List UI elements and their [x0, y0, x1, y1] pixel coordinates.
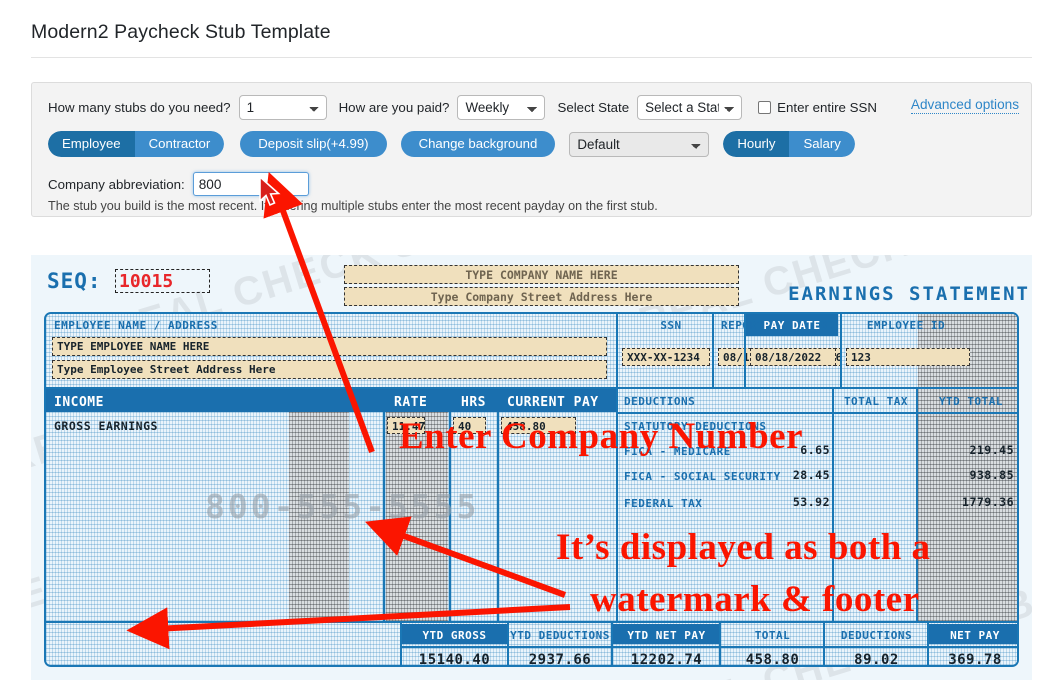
income-header: INCOME [54, 395, 104, 410]
employee-block-header: EMPLOYEE NAME / ADDRESS [54, 319, 218, 332]
ssn-header: SSN [660, 319, 682, 332]
deposit-slip-button[interactable]: Deposit slip(+4.99) [240, 131, 387, 157]
divider [46, 621, 1017, 623]
divider [840, 314, 842, 389]
hrs-header: HRS [461, 395, 486, 410]
options-panel: How many stubs do you need? 1 How are yo… [31, 82, 1032, 217]
gross-earnings-label: GROSS EARNINGS [54, 419, 158, 433]
pay-frequency-label: How are you paid? [338, 100, 450, 115]
divider [616, 412, 1017, 414]
divider [449, 412, 451, 621]
page-title: Modern2 Paycheck Stub Template [31, 21, 331, 43]
divider [832, 389, 834, 621]
deduction-ytd: 938.85 [969, 468, 1014, 482]
options-row-2: Employee Contractor Deposit slip(+4.99) … [48, 131, 855, 157]
company-abbreviation-input[interactable] [192, 172, 309, 196]
advanced-options-link[interactable]: Advanced options [910, 97, 1019, 114]
salary-button[interactable]: Salary [789, 131, 855, 157]
gross-hrs-field[interactable]: 40 [453, 417, 486, 434]
company-name-field[interactable]: TYPE COMPANY NAME HERE [344, 265, 739, 284]
contractor-button[interactable]: Contractor [134, 131, 225, 157]
hourly-salary-toggle[interactable]: Hourly Salary [723, 131, 855, 157]
entire-ssn-checkbox[interactable] [758, 101, 772, 114]
hourly-button[interactable]: Hourly [723, 131, 790, 157]
stub-table: EMPLOYEE NAME / ADDRESS SSN REPORTING PE… [44, 312, 1019, 667]
divider [402, 646, 1017, 648]
employee-address-field[interactable]: Type Employee Street Address Here [52, 360, 607, 379]
pay-date-field[interactable]: 08/18/2022 [750, 348, 836, 366]
employee-name-field[interactable]: TYPE EMPLOYEE NAME HERE [52, 337, 607, 356]
title-divider [31, 57, 1032, 58]
earnings-statement-title: EARNINGS STATEMENT [788, 283, 1030, 305]
footer-value: 369.78 [948, 652, 1002, 667]
gross-rate-field[interactable]: 11.47 [387, 417, 425, 434]
divider [927, 621, 929, 665]
shaded-column [289, 389, 349, 621]
footer-value: 12202.74 [630, 652, 703, 667]
pay-frequency-select[interactable]: Weekly [457, 95, 546, 120]
state-select[interactable]: Select a State [637, 95, 743, 120]
footer-header: NET PAY [950, 629, 1000, 642]
stubs-count-label: How many stubs do you need? [48, 100, 231, 115]
pay-date-header: PAY DATE [763, 319, 821, 332]
divider [616, 389, 618, 621]
deduction-label: FEDERAL TAX [624, 497, 703, 510]
footer-value: 458.80 [745, 652, 800, 667]
statutory-deductions-label: STATUTORY DEDUCTIONS [624, 420, 767, 433]
divider [497, 412, 499, 621]
footer-header: YTD GROSS [422, 629, 487, 642]
divider [712, 314, 714, 389]
footer-value: 2937.66 [528, 652, 592, 667]
options-row-3: Company abbreviation: [48, 172, 309, 196]
deduction-ytd: 1779.36 [962, 495, 1014, 509]
deduction-total: 28.45 [792, 468, 830, 482]
footer-header: YTD NET PAY [627, 629, 706, 642]
rate-header: RATE [394, 395, 428, 410]
footer-value: 15140.40 [418, 652, 491, 667]
company-address-field[interactable]: Type Company Street Address Here [344, 287, 739, 306]
gross-current-pay-field[interactable]: 458.80 [501, 417, 576, 434]
background-theme-select[interactable]: Default [569, 131, 710, 157]
divider [719, 621, 721, 665]
divider [744, 314, 746, 389]
footer-header: DEDUCTIONS [840, 629, 913, 642]
paycheck-stub-preview: REAL CHECK STUBS REAL CHECK STUBS REAL C… [31, 255, 1032, 680]
stubs-count-select[interactable]: 1 [238, 95, 327, 120]
entire-ssn-checkbox-group[interactable]: Enter entire SSN [758, 100, 877, 115]
total-tax-header: TOTAL TAX [843, 395, 909, 408]
divider [507, 621, 509, 665]
footer-value: 89.02 [854, 652, 899, 667]
seq-label: SEQ: [47, 269, 102, 293]
ssn-field[interactable]: XXX-XX-1234 [622, 348, 710, 366]
deduction-total: 53.92 [792, 495, 830, 509]
deduction-label: FICA - MEDICARE [624, 445, 731, 458]
entire-ssn-label: Enter entire SSN [777, 100, 877, 115]
divider [383, 412, 385, 621]
options-note: The stub you build is the most recent. I… [48, 199, 658, 213]
divider [46, 387, 1017, 389]
current-pay-header: CURRENT PAY [507, 395, 599, 410]
app-page: Modern2 Paycheck Stub Template How many … [0, 0, 1064, 694]
employee-id-header: EMPLOYEE ID [866, 319, 946, 332]
divider [823, 621, 825, 665]
seq-value[interactable]: 10015 [115, 269, 210, 293]
divider [616, 314, 618, 389]
employee-button[interactable]: Employee [48, 131, 135, 157]
footer-header: YTD DEDUCTIONS [510, 629, 610, 642]
divider [611, 621, 613, 665]
state-label: Select State [557, 100, 630, 115]
deduction-ytd: 219.45 [969, 443, 1014, 457]
employee-contractor-toggle[interactable]: Employee Contractor [48, 131, 225, 157]
deduction-total: 6.65 [800, 443, 830, 457]
company-abbreviation-label: Company abbreviation: [48, 176, 185, 192]
change-background-button[interactable]: Change background [400, 131, 556, 157]
divider [400, 621, 402, 665]
options-row-1: How many stubs do you need? 1 How are yo… [48, 95, 877, 120]
deductions-header: DEDUCTIONS [624, 395, 696, 408]
footer-header: TOTAL [754, 629, 791, 642]
employee-id-field[interactable]: 123 [846, 348, 970, 366]
divider [916, 389, 918, 621]
ytd-total-header: YTD TOTAL [938, 395, 1004, 408]
